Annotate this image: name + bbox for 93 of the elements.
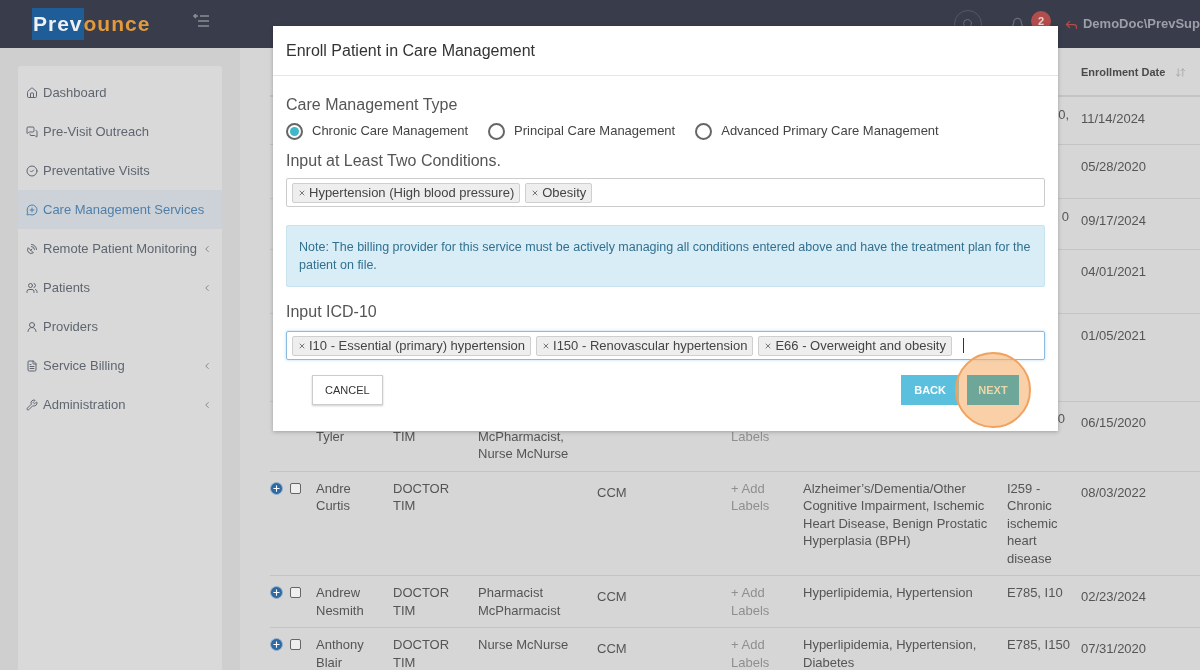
patient-name[interactable]: Andrew Nesmith — [316, 584, 393, 619]
table-cell: 05/28/2020 — [1081, 159, 1147, 174]
remove-icon[interactable] — [298, 188, 306, 197]
icd-tag: E66 - Overweight and obesity — [758, 335, 952, 356]
radio-option[interactable]: Advanced Primary Care Management — [695, 121, 939, 141]
expand-icon[interactable] — [270, 586, 283, 599]
table-cell-text: 0, — [1058, 106, 1069, 124]
remove-icon[interactable] — [764, 341, 773, 350]
sidebar-item[interactable]: Service Billing — [18, 346, 222, 385]
menu-icon — [26, 242, 38, 255]
logo[interactable]: Prevounce — [32, 8, 151, 40]
sidebar-item[interactable]: Administration — [18, 385, 222, 424]
table-cell-text: E785, I150 — [1007, 636, 1071, 654]
menu-icon — [26, 398, 38, 411]
icd-field[interactable]: I10 - Essential (primary) hypertension I150 - Renovascular hypertension E66 - Overweight and obesity — [286, 331, 1045, 360]
table-cell-text: DOCTOR TIM — [393, 479, 451, 515]
section-label: Input ICD-10 — [286, 302, 378, 322]
sidebar-item[interactable]: Remote Patient Monitoring — [18, 229, 222, 268]
condition-tag: Hypertension (High blood pressure) — [292, 182, 521, 203]
column-header[interactable]: Enrollment Date — [1081, 64, 1166, 81]
chevron-icon — [202, 282, 212, 293]
table-cell-text: McPharmacist, Nurse McNurse — [478, 427, 570, 463]
chevron-icon — [202, 399, 212, 410]
table-cell-text: Hyperlipidemia, Hypertension, Diabetes — [803, 636, 978, 670]
table-cell: 11/14/2024 — [1081, 111, 1146, 126]
table-cell-text: 0 — [1057, 410, 1066, 428]
table-cell-text: Nurse McNurse — [478, 636, 570, 654]
remove-icon[interactable] — [298, 341, 306, 350]
patient-name[interactable]: Andre Curtis — [316, 479, 393, 515]
collapse-menu-icon[interactable] — [192, 14, 211, 28]
table-cell-text: Pharmacist McPharmacist — [478, 584, 562, 619]
table-cell-text: 0 — [1061, 208, 1069, 226]
icd-tag: I10 - Essential (primary) hypertension — [292, 335, 532, 356]
table-cell: 09/17/2024 — [1081, 213, 1147, 228]
radio-option[interactable]: Principal Care Management — [488, 121, 676, 141]
table-cell: 06/15/2020 — [1081, 415, 1147, 430]
add-labels-link[interactable]: + Add Labels — [731, 584, 803, 619]
expand-icon[interactable] — [270, 481, 283, 495]
conditions-field[interactable]: Hypertension (High blood pressure) Obesity — [286, 178, 1045, 207]
table-cell: CCM — [597, 484, 627, 500]
add-labels-link[interactable]: + Add Labels — [731, 636, 803, 670]
menu-icon — [26, 86, 38, 99]
user-name[interactable]: DemoDoc\PrevSup — [1082, 14, 1200, 34]
sidebar-item[interactable]: Care Management Services — [18, 190, 222, 229]
menu-icon — [26, 125, 38, 138]
sidebar-item[interactable]: Dashboard — [18, 73, 222, 112]
text-cursor — [962, 338, 964, 353]
add-labels-link[interactable]: + Add Labels — [731, 479, 803, 515]
table-cell: 04/01/2021 — [1081, 264, 1147, 279]
row-checkbox[interactable] — [290, 482, 301, 494]
table-cell: 01/05/2021 — [1081, 328, 1147, 343]
row-checkbox[interactable] — [290, 639, 301, 650]
add-labels-link[interactable]: Labels — [731, 427, 803, 445]
table-cell: 08/03/2022 — [1081, 484, 1147, 500]
icd-tag: I150 - Renovascular hypertension — [536, 335, 754, 356]
expand-icon[interactable] — [270, 638, 283, 651]
table-cell-text: I259 - Chronic ischemic heart disease — [1007, 479, 1059, 567]
remove-icon[interactable] — [531, 188, 540, 197]
menu-icon — [26, 359, 38, 372]
table-cell-text: DOCTOR TIM — [393, 636, 451, 670]
condition-tag: Obesity — [525, 182, 593, 203]
menu-icon — [26, 281, 38, 294]
table-cell: 07/31/2020 — [1081, 641, 1147, 656]
section-label: Input at Least Two Conditions. — [286, 151, 502, 171]
menu-icon — [26, 203, 38, 216]
table-cell-text: Alzheimer’s/Dementia/Other Cognitive Impairment, Ischemic Heart Disease, Benign Prostatic Hyperplasia (BPH) — [803, 479, 989, 550]
radio-option[interactable]: Chronic Care Management — [286, 121, 469, 141]
sidebar-item[interactable]: Providers — [18, 307, 222, 346]
radio-button[interactable] — [488, 122, 506, 140]
row-checkbox[interactable] — [290, 587, 301, 598]
table-cell: 02/23/2024 — [1081, 589, 1147, 604]
menu-icon — [26, 320, 38, 333]
cancel-button[interactable]: CANCEL — [312, 375, 383, 405]
table-cell: CCM — [597, 641, 627, 656]
table-cell-text: E785, I10 — [1007, 584, 1064, 602]
remove-icon[interactable] — [542, 341, 551, 350]
table-cell-text: TIM — [393, 427, 417, 445]
sidebar-item[interactable]: Preventative Visits — [18, 151, 222, 190]
menu-icon — [26, 164, 38, 177]
radio-button[interactable] — [695, 122, 713, 140]
patient-name[interactable]: Anthony Blair — [316, 636, 393, 670]
chevron-icon — [202, 360, 212, 371]
sidebar-item[interactable]: Pre-Visit Outreach — [18, 112, 222, 151]
modal-title: Enroll Patient in Care Management — [286, 40, 536, 61]
table-cell-text: Hyperlipidemia, Hypertension — [803, 584, 974, 602]
patient-name[interactable]: Tyler — [316, 427, 393, 445]
chevron-icon — [202, 243, 212, 254]
table-cell-text: DOCTOR TIM — [393, 584, 451, 619]
radio-button[interactable] — [286, 122, 303, 140]
note-alert: Note: The billing provider for this service must be actively managing all conditions entered above and have the treatment plan for the patient on file. — [286, 225, 1045, 287]
section-label: Care Management Type — [286, 95, 459, 115]
sidebar-item[interactable]: Patients — [18, 268, 222, 307]
table-cell: CCM — [597, 589, 627, 604]
